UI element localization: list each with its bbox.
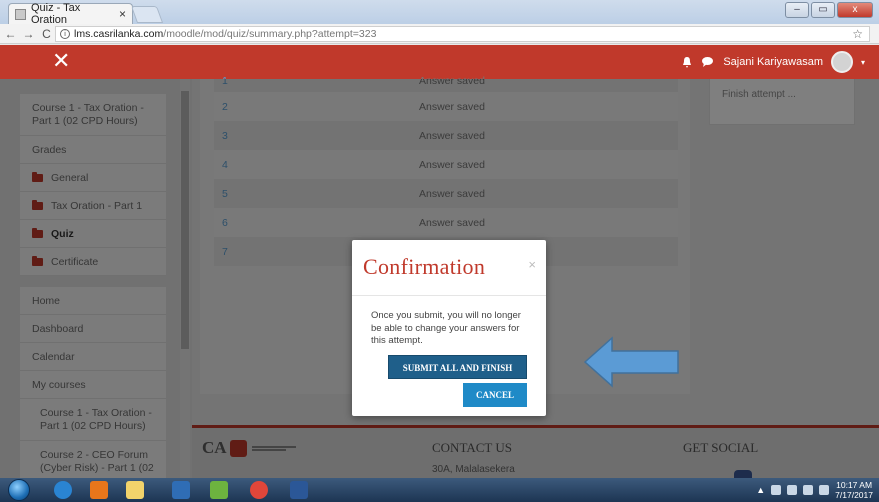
network-icon[interactable]	[803, 485, 814, 495]
bookmark-star-icon[interactable]: ☆	[852, 27, 863, 41]
forward-arrow-icon[interactable]: →	[21, 27, 36, 41]
system-tray: ▲ 10:17 AM 7/17/2017	[756, 478, 873, 502]
pointer-arrow-icon	[583, 336, 679, 388]
reload-icon[interactable]: C	[39, 27, 54, 41]
chrome-icon[interactable]	[250, 481, 268, 499]
close-icon[interactable]: ×	[528, 257, 536, 272]
user-name[interactable]: Sajani Kariyawasam	[723, 56, 823, 68]
chevron-down-icon[interactable]: ▾	[861, 58, 865, 67]
url-path: /moodle/mod/quiz/summary.php?attempt=323	[163, 28, 377, 40]
tray-app-icon[interactable]	[771, 485, 782, 495]
clock-date: 7/17/2017	[835, 490, 873, 500]
dialog-title: Confirmation	[363, 254, 486, 279]
tab-title: Quiz - Tax Oration	[30, 2, 81, 26]
confirmation-dialog: Confirmation × Once you submit, you will…	[352, 240, 546, 416]
submit-all-button[interactable]: SUBMIT ALL AND FINISH	[388, 355, 527, 379]
word-icon[interactable]	[290, 481, 308, 499]
volume-icon[interactable]	[819, 485, 830, 495]
browser-tab[interactable]: Quiz - Tax Oration ×	[8, 2, 133, 26]
close-drawer-icon[interactable]: ✕	[52, 49, 70, 73]
user-avatar[interactable]	[830, 51, 853, 73]
dialog-message: Once you submit, you will no longer be a…	[371, 310, 521, 346]
windows-live-icon[interactable]	[210, 481, 228, 499]
tray-flag-icon[interactable]	[787, 485, 798, 495]
clock-time: 10:17 AM	[836, 480, 873, 490]
tab-close-icon[interactable]: ×	[119, 7, 126, 21]
outlook-icon[interactable]	[172, 481, 190, 499]
url-domain: lms.casrilanka.com	[74, 28, 164, 40]
tray-expand-icon[interactable]: ▲	[756, 485, 765, 495]
cancel-button[interactable]: CANCEL	[463, 383, 527, 407]
os-taskbar: ▲ 10:17 AM 7/17/2017	[0, 478, 879, 502]
site-header: ✕ Sajani Kariyawasam ▾	[0, 45, 879, 79]
back-arrow-icon[interactable]: ←	[3, 27, 18, 41]
dialog-divider	[352, 295, 546, 296]
new-tab-button[interactable]	[130, 6, 164, 23]
window-controls: – ▭ x	[785, 2, 873, 18]
internet-explorer-icon[interactable]	[54, 481, 72, 499]
browser-tab-bar: Quiz - Tax Oration × – ▭ x	[0, 0, 879, 26]
file-explorer-icon[interactable]	[126, 481, 144, 499]
system-clock[interactable]: 10:17 AM 7/17/2017	[835, 480, 873, 500]
address-bar: ← → C i lms.casrilanka.com /moodle/mod/q…	[0, 24, 879, 44]
start-button[interactable]	[8, 479, 30, 501]
maximize-button[interactable]: ▭	[811, 2, 835, 18]
page-favicon-icon	[15, 8, 26, 20]
site-info-icon[interactable]: i	[60, 29, 70, 39]
notification-bell-icon[interactable]	[682, 56, 692, 68]
user-menu-area: Sajani Kariyawasam ▾	[682, 45, 865, 79]
minimize-button[interactable]: –	[785, 2, 809, 18]
message-bubble-icon[interactable]	[702, 57, 714, 67]
window-close-button[interactable]: x	[837, 2, 873, 18]
url-input[interactable]: i lms.casrilanka.com /moodle/mod/quiz/su…	[55, 26, 870, 42]
media-player-icon[interactable]	[90, 481, 108, 499]
